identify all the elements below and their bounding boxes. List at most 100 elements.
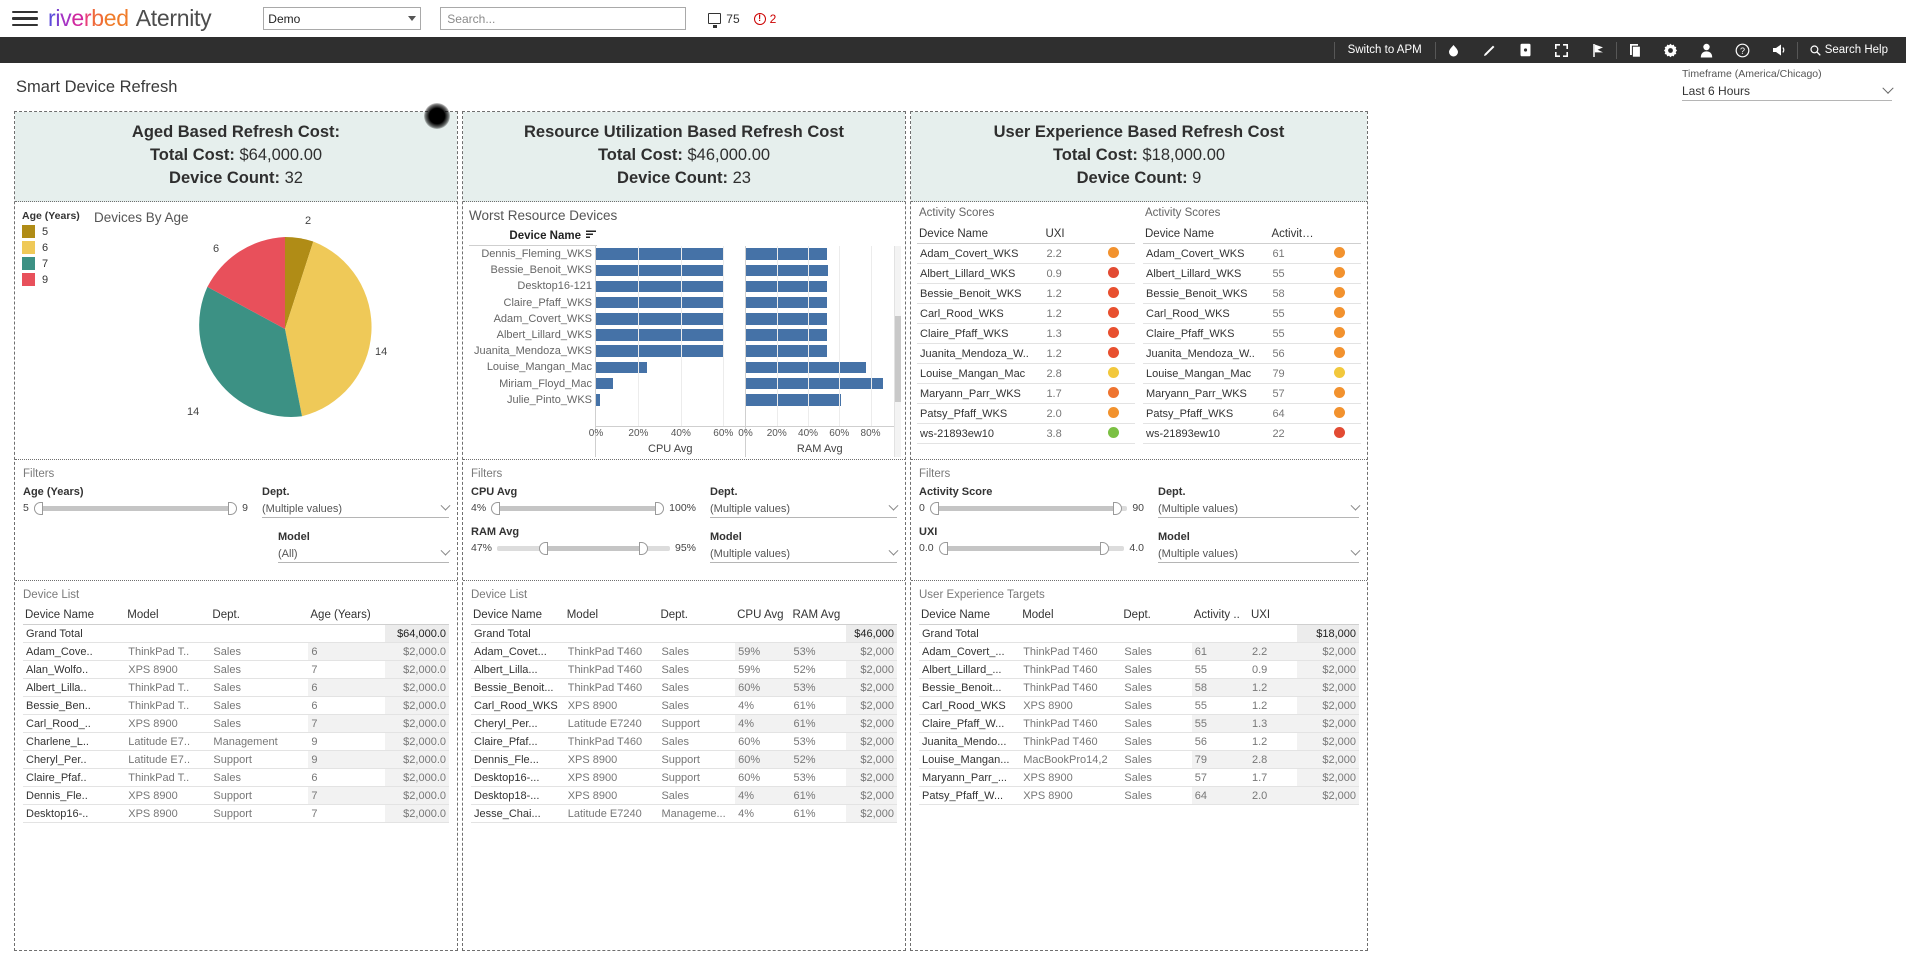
slider-handle-left[interactable] (34, 502, 43, 515)
col-uxi[interactable]: UXI (1249, 607, 1297, 625)
slider-track[interactable] (939, 546, 1125, 551)
legend-item[interactable]: 7 (22, 257, 80, 270)
col-dept[interactable]: Dept. (658, 607, 735, 625)
bar-row[interactable] (596, 278, 745, 294)
table-row[interactable]: Carl_Rood_..XPS 8900Sales7$2,000.0 (23, 715, 449, 733)
bar-row[interactable] (746, 278, 895, 294)
grand-total-row[interactable]: Grand Total$64,000.0 (23, 625, 449, 643)
table-row[interactable]: Jesse_Chai...Latitude E7240Manageme...4%… (471, 805, 897, 823)
slider-handle-right[interactable] (1100, 542, 1109, 555)
table-row[interactable]: Carl_Rood_WKSXPS 8900Sales4%61%$2,000 (471, 697, 897, 715)
bar[interactable] (596, 313, 723, 325)
bar-row[interactable] (746, 359, 895, 375)
slider-handle-left[interactable] (491, 502, 500, 515)
bar[interactable] (746, 281, 827, 293)
menu-icon[interactable] (12, 9, 38, 29)
flag-icon[interactable] (1580, 37, 1616, 63)
table-row[interactable]: Juanita_Mendoza_W..1.2 (917, 344, 1135, 364)
col-uxi[interactable]: UXI (1043, 226, 1091, 244)
table-row[interactable]: Adam_Covert_WKS61 (1143, 244, 1361, 264)
table-row[interactable]: Adam_Covet...ThinkPad T460Sales59%53%$2,… (471, 643, 897, 661)
col-model[interactable]: Model (125, 607, 210, 625)
bar-row[interactable] (596, 262, 745, 278)
table-row[interactable]: Dennis_Fle...XPS 8900Support60%52%$2,000 (471, 751, 897, 769)
col-indicator[interactable] (1091, 226, 1135, 244)
bar-row[interactable] (596, 392, 745, 408)
bar[interactable] (596, 281, 723, 293)
bar[interactable] (746, 378, 884, 390)
bar-row[interactable] (596, 311, 745, 327)
table-row[interactable]: Louise_Mangan...MacBookPro14,2Sales792.8… (919, 751, 1359, 769)
table-row[interactable]: Adam_Covert_...ThinkPad T460Sales612.2$2… (919, 643, 1359, 661)
slider-track[interactable] (497, 546, 670, 551)
table-row[interactable]: Louise_Mangan_Mac79 (1143, 364, 1361, 384)
tenant-select[interactable]: Demo (263, 7, 421, 30)
bar[interactable] (596, 345, 723, 357)
bar-row[interactable] (596, 359, 745, 375)
bar-row[interactable] (746, 311, 895, 327)
table-row[interactable]: Claire_Pfaff_WKS55 (1143, 324, 1361, 344)
model-filter[interactable]: Model (Multiple values) (1158, 531, 1359, 563)
table-row[interactable]: Albert_Lillard_WKS0.9 (917, 264, 1135, 284)
devices-by-age-chart[interactable]: Age (Years) 5 6 7 9 Devices By Age 2 14 … (15, 202, 457, 460)
col-cost[interactable] (1297, 607, 1359, 625)
table-row[interactable]: Adam_Covert_WKS2.2 (917, 244, 1135, 264)
activity-scores-right-table[interactable]: Device Name Activity S.. Adam_Covert_WKS… (1143, 226, 1361, 444)
col-activity[interactable]: Activity .. (1192, 607, 1249, 625)
timeframe-control[interactable]: Timeframe (America/Chicago) Last 6 Hours (1682, 68, 1892, 101)
worst-resource-devices-chart[interactable]: Worst Resource Devices Device Name Denni… (463, 202, 905, 460)
activity-score-slider[interactable]: 0 90 (919, 502, 1144, 514)
dept-filter-select[interactable]: (Multiple values) (262, 500, 449, 518)
table-row[interactable]: Albert_Lillard_...ThinkPad T460Sales550.… (919, 661, 1359, 679)
bar-row[interactable] (746, 392, 895, 408)
table-row[interactable]: Maryann_Parr_...XPS 8900Sales571.7$2,000 (919, 769, 1359, 787)
slider-track[interactable] (34, 506, 237, 511)
model-filter[interactable]: Model (Multiple values) (710, 531, 897, 563)
pencil-icon[interactable] (1472, 37, 1508, 63)
legend-item[interactable]: 9 (22, 273, 80, 286)
pie-svg[interactable] (165, 224, 455, 454)
dept-filter[interactable]: Dept. (Multiple values) (262, 486, 449, 518)
table-row[interactable]: Desktop16-...XPS 8900Support60%53%$2,000 (471, 769, 897, 787)
slider-handle-right[interactable] (655, 502, 664, 515)
bar[interactable] (746, 313, 827, 325)
col-age[interactable]: Age (Years) (308, 607, 385, 625)
col-model[interactable]: Model (565, 607, 659, 625)
bar[interactable] (746, 248, 827, 260)
dept-filter[interactable]: Dept. (Multiple values) (1158, 486, 1359, 518)
bar[interactable] (596, 394, 600, 406)
user-icon[interactable] (1689, 37, 1725, 63)
bar[interactable] (746, 394, 841, 406)
model-filter-select[interactable]: (Multiple values) (710, 545, 897, 563)
slider-handle-left[interactable] (930, 502, 939, 515)
col-cost[interactable] (846, 607, 897, 625)
legend-item[interactable]: 6 (22, 241, 80, 254)
bar-row[interactable] (746, 262, 895, 278)
bar[interactable] (596, 248, 723, 260)
table-row[interactable]: Albert_Lilla...ThinkPad T460Sales59%52%$… (471, 661, 897, 679)
megaphone-icon[interactable] (1761, 37, 1797, 63)
table-row[interactable]: Albert_Lillard_WKS55 (1143, 264, 1361, 284)
bar[interactable] (596, 378, 613, 390)
bar-row[interactable] (596, 343, 745, 359)
activity-scores-left-table[interactable]: Device Name UXI Adam_Covert_WKS2.2Albert… (917, 226, 1135, 444)
gear-icon[interactable] (1653, 37, 1689, 63)
dept-filter[interactable]: Dept. (Multiple values) (710, 486, 897, 518)
table-row[interactable]: Patsy_Pfaff_WKS2.0 (917, 404, 1135, 424)
table-row[interactable]: Dennis_Fle..XPS 8900Support7$2,000.0 (23, 787, 449, 805)
sort-icon[interactable] (586, 230, 597, 242)
bar[interactable] (596, 265, 723, 277)
bar-row[interactable] (746, 295, 895, 311)
search-help-button[interactable]: Search Help (1798, 44, 1898, 56)
table-row[interactable]: Bessie_Benoit...ThinkPad T460Sales581.2$… (919, 679, 1359, 697)
help-icon[interactable]: ? (1725, 37, 1761, 63)
table-row[interactable]: Desktop18-...XPS 8900Sales4%61%$2,000 (471, 787, 897, 805)
table-row[interactable]: Patsy_Pfaff_W...XPS 8900Sales642.0$2,000 (919, 787, 1359, 805)
bar-row[interactable] (596, 295, 745, 311)
table-row[interactable]: Claire_Pfaff_WKS1.3 (917, 324, 1135, 344)
chart-scrollbar[interactable] (894, 246, 901, 457)
age-slider[interactable]: 5 9 (23, 502, 248, 514)
col-dept[interactable]: Dept. (210, 607, 308, 625)
uxi-slider[interactable]: 0.0 4.0 (919, 542, 1144, 554)
col-device-name[interactable]: Device Name (471, 607, 565, 625)
